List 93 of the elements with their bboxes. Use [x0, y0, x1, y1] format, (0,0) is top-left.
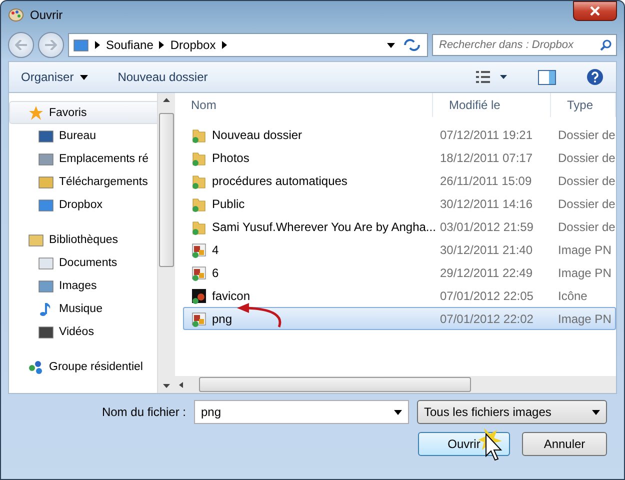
- file-name: Nouveau dossier: [212, 128, 302, 142]
- sidebar-item[interactable]: Téléchargements: [9, 170, 157, 193]
- network-icon: [28, 358, 44, 374]
- column-header[interactable]: Nom: [175, 93, 433, 117]
- chevron-icon: [222, 41, 227, 49]
- filename-label: Nom du fichier :: [102, 405, 186, 419]
- folder-icon: [191, 172, 207, 188]
- column-header[interactable]: Type: [551, 93, 616, 117]
- sidebar-item[interactable]: Bibliothèques: [9, 228, 157, 251]
- file-name: procédures automatiques: [212, 174, 348, 188]
- preview-pane-icon[interactable]: [538, 70, 556, 84]
- folder-icon: [191, 150, 207, 166]
- file-name: Public: [212, 196, 245, 210]
- file-row[interactable]: favicon 07/01/2012 22:05 Icône: [183, 284, 616, 307]
- sidebar-item[interactable]: Images: [9, 274, 157, 297]
- search-icon: [600, 39, 612, 51]
- file-type-dropdown[interactable]: Tous les fichiers images: [417, 400, 607, 424]
- table-cell-text: 30/12/2011 14:16: [439, 196, 534, 210]
- sidebar-item[interactable]: Groupe résidentiel: [9, 355, 157, 378]
- new-folder-button[interactable]: Nouveau dossier: [118, 70, 208, 84]
- file-name: Sami Yusuf.Wherever You Are by Angha...: [212, 220, 436, 234]
- file-name: favicon: [212, 288, 250, 302]
- forward-arrow-icon: [45, 40, 57, 50]
- caret-icon: [387, 42, 395, 48]
- table-cell-text: 07/01/2012 22:05: [439, 288, 534, 302]
- file-name: png: [212, 312, 232, 326]
- icon-file-icon: [191, 288, 207, 304]
- close-button[interactable]: [573, 1, 617, 21]
- file-row[interactable]: procédures automatiques 26/11/2011 15:09 Dossier de: [183, 169, 616, 192]
- table-cell-text: 29/12/2011 22:49: [439, 266, 534, 280]
- organize-button[interactable]: Organiser: [21, 70, 88, 84]
- table-cell-text: 30/12/2011 21:40: [439, 242, 534, 256]
- table-cell-text: 26/11/2011 15:09: [439, 174, 533, 188]
- file-name: 4: [212, 242, 219, 256]
- close-icon: [590, 6, 600, 16]
- sidebar-item[interactable]: Musique: [9, 297, 157, 320]
- breadcrumb[interactable]: Dropbox: [170, 38, 216, 52]
- filename-field[interactable]: png: [194, 400, 409, 424]
- file-row[interactable]: Public 30/12/2011 14:16 Dossier de: [183, 192, 616, 215]
- refresh-icon[interactable]: [401, 37, 423, 53]
- table-cell-text: Dossier de: [557, 196, 615, 210]
- table-cell-text: Dossier de: [557, 128, 615, 142]
- table-cell-text: Dossier de: [557, 220, 615, 234]
- file-row[interactable]: Sami Yusuf.Wherever You Are by Angha... 03/01/2012 21:59 Dossier de: [183, 215, 616, 238]
- file-row[interactable]: Nouveau dossier 07/12/2011 19:21 Dossier de: [183, 123, 616, 146]
- palette-icon: [8, 8, 24, 22]
- folder-icon: [191, 126, 207, 142]
- forward-button[interactable]: [38, 32, 64, 58]
- help-icon[interactable]: [586, 68, 604, 86]
- table-cell-text: Image PN: [557, 312, 612, 326]
- table-cell-text: 07/01/2012 22:02: [439, 312, 534, 326]
- folder-icon: [191, 196, 207, 212]
- file-row[interactable]: 4 30/12/2011 21:40 Image PN: [183, 238, 616, 261]
- file-row[interactable]: 6 29/12/2011 22:49 Image PN: [183, 261, 616, 284]
- image-file-icon: [191, 242, 207, 258]
- star-icon: [28, 104, 44, 120]
- table-cell-text: 03/01/2012 21:59: [439, 220, 534, 234]
- table-cell-text: Dossier de: [557, 150, 615, 164]
- sidebar-item[interactable]: Favoris: [9, 101, 157, 124]
- chevron-icon: [95, 41, 100, 49]
- folder-icon: [191, 218, 207, 234]
- table-cell-text: Icône: [557, 288, 588, 302]
- file-name: Photos: [212, 150, 250, 164]
- scrollbar-thumb[interactable]: [199, 377, 471, 392]
- table-cell-text: Image PN: [557, 242, 612, 256]
- image-file-icon: [191, 310, 207, 326]
- address-bar[interactable]: Soufiane Dropbox: [68, 33, 428, 57]
- breadcrumb[interactable]: Soufiane: [106, 38, 154, 52]
- column-header[interactable]: Modifié le: [433, 93, 551, 117]
- chevron-icon: [159, 41, 164, 49]
- table-cell-text: Dossier de: [557, 174, 615, 188]
- caret-icon: [394, 410, 402, 414]
- sidebar-item[interactable]: Vidéos: [9, 320, 157, 343]
- table-cell-text: 07/12/2011 19:21: [439, 128, 534, 142]
- file-name: 6: [212, 266, 219, 280]
- image-file-icon: [191, 264, 207, 280]
- file-row[interactable]: Photos 18/12/2011 07:17 Dossier de: [183, 146, 616, 169]
- file-row[interactable]: png 07/01/2012 22:02 Image PN: [183, 307, 616, 330]
- scrollbar-thumb[interactable]: [159, 113, 174, 267]
- view-options-icon[interactable]: [476, 70, 508, 84]
- back-button[interactable]: [8, 32, 34, 58]
- table-cell-text: Image PN: [557, 266, 612, 280]
- sidebar-item[interactable]: Emplacements ré: [9, 147, 157, 170]
- caret-icon: [80, 74, 88, 80]
- cancel-button[interactable]: Annuler: [522, 432, 607, 456]
- sidebar-item[interactable]: Bureau: [9, 124, 157, 147]
- back-arrow-icon: [15, 40, 27, 50]
- caret-icon: [592, 410, 600, 414]
- sidebar-item[interactable]: Documents: [9, 251, 157, 274]
- search-field[interactable]: Rechercher dans : Dropbox: [432, 34, 617, 56]
- sidebar-item[interactable]: Dropbox: [9, 193, 157, 216]
- window-title: Ouvrir: [30, 8, 64, 22]
- table-cell-text: 18/12/2011 07:17: [439, 150, 534, 164]
